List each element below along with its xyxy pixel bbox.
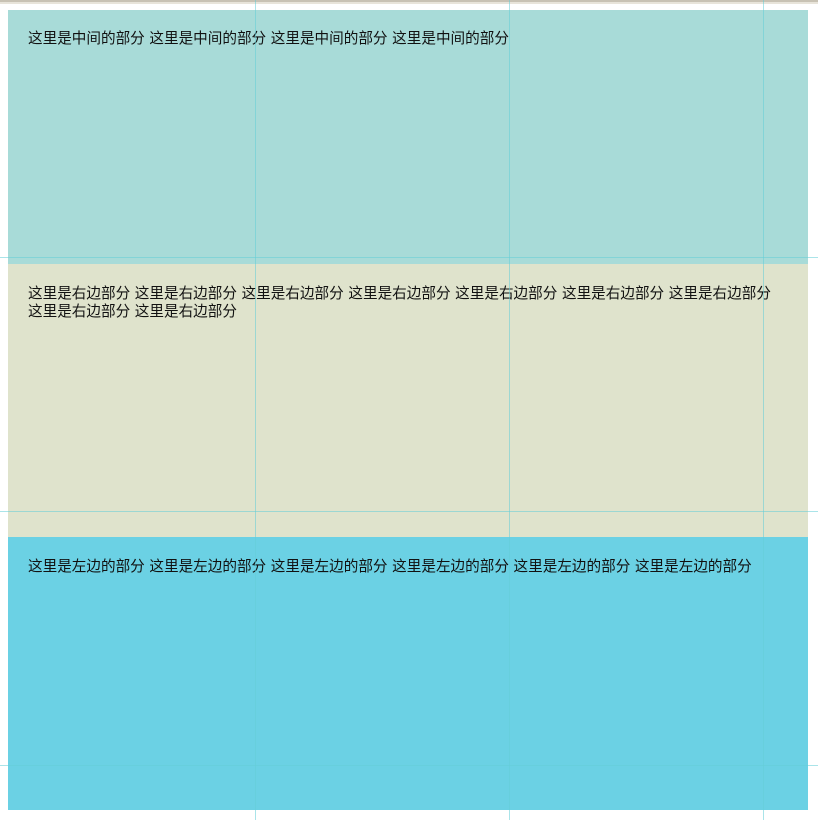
- right-section: 这里是右边部分 这里是右边部分 这里是右边部分 这里是右边部分 这里是右边部分 …: [8, 264, 808, 537]
- window-top-border: [0, 0, 818, 4]
- right-section-text: 这里是右边部分 这里是右边部分 这里是右边部分 这里是右边部分 这里是右边部分 …: [28, 285, 771, 320]
- left-section: 这里是左边的部分 这里是左边的部分 这里是左边的部分 这里是左边的部分 这里是左…: [8, 537, 808, 810]
- middle-section-text: 这里是中间的部分 这里是中间的部分 这里是中间的部分 这里是中间的部分: [28, 30, 509, 47]
- left-section-text: 这里是左边的部分 这里是左边的部分 这里是左边的部分 这里是左边的部分 这里是左…: [28, 558, 752, 575]
- middle-section: 这里是中间的部分 这里是中间的部分 这里是中间的部分 这里是中间的部分: [8, 10, 808, 264]
